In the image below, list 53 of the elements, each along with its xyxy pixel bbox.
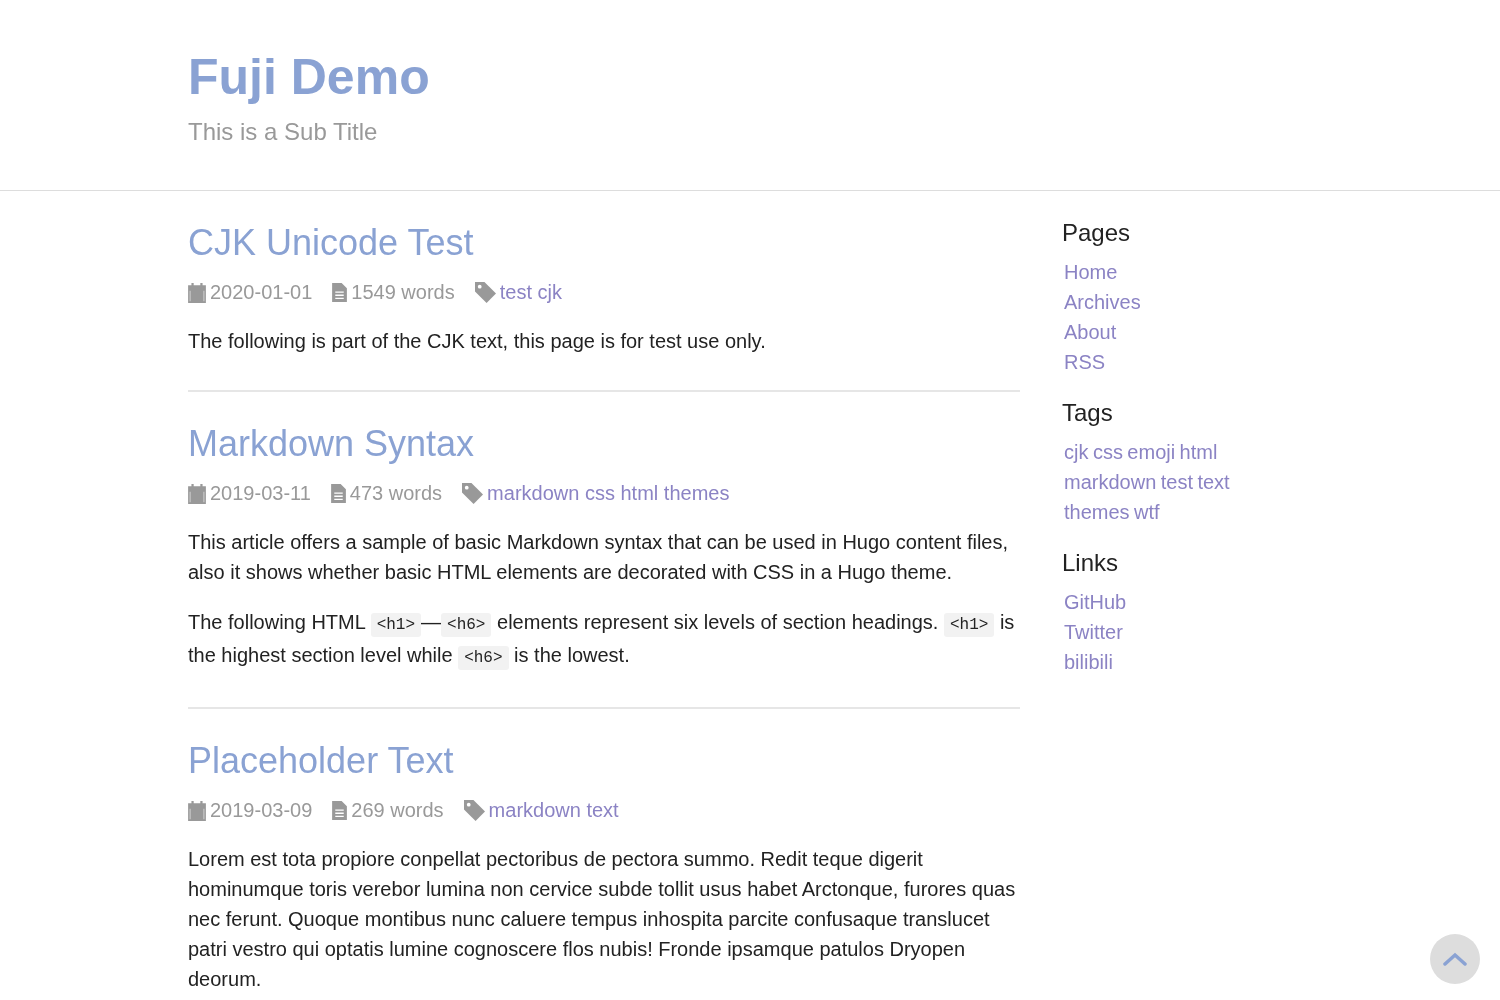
- document-icon: [332, 283, 348, 302]
- sidebar-link[interactable]: About: [1064, 317, 1117, 347]
- post-paragraph: The following HTML <h1> — <h6> elements represent six levels of section headings. <h1> is the highest section level while <h6> is the lowest.: [188, 607, 1020, 673]
- tag-link[interactable]: emoji: [1127, 441, 1176, 463]
- tag-link[interactable]: test: [499, 281, 532, 303]
- calendar-icon: [188, 282, 206, 303]
- tag-icon: [474, 282, 496, 303]
- tag-link[interactable]: themes: [1064, 501, 1130, 523]
- tag-link[interactable]: markdown: [1064, 471, 1157, 493]
- tag-link[interactable]: css: [1092, 441, 1123, 463]
- sidebar-link[interactable]: RSS: [1064, 347, 1106, 377]
- sidebar-heading: Links: [1062, 549, 1119, 577]
- tag-link[interactable]: text: [586, 799, 619, 821]
- tag-link[interactable]: html: [1179, 441, 1218, 463]
- post-title[interactable]: CJK Unicode Test: [188, 221, 474, 265]
- sidebar-link[interactable]: Twitter: [1064, 617, 1123, 647]
- post-paragraph: This article offers a sample of basic Markdown syntax that can be used in Hugo content files, also it shows whether basic HTML elements are decorated with CSS in a Hugo theme.: [188, 530, 1010, 585]
- calendar-icon: [188, 800, 206, 821]
- post-paragraph: Lorem est tota propiore conpellat pectoribus de pectora summo. Redit teque digerit hominumque toris verebor lumina non cervice subde tollit usus habet Arctonque, furores quas nec ferunt. Quoque montibus nunc caluere tempus inhospita parcite confusaque translucet patri vestro qui optatis lumine cognoscere flos nubis! Fronde ipsamque patulos Dryopen deorum.: [188, 847, 1017, 992]
- back-to-top-button[interactable]: [1430, 934, 1480, 984]
- tag-link[interactable]: css: [584, 482, 615, 504]
- tag-link[interactable]: markdown: [487, 482, 580, 504]
- word-count: 1549 words: [351, 281, 455, 304]
- post-date: 2019-03-11: [210, 482, 311, 505]
- tag-icon: [462, 483, 484, 504]
- document-icon: [330, 484, 346, 503]
- post-date: 2020-01-01: [210, 281, 313, 304]
- tag-link[interactable]: markdown: [488, 799, 581, 821]
- tag-link[interactable]: cjk: [1064, 441, 1089, 463]
- word-count: 473 words: [349, 482, 443, 505]
- sidebar-heading: Pages: [1062, 219, 1131, 247]
- document-icon: [332, 801, 348, 820]
- post-title[interactable]: Placeholder Text: [188, 739, 454, 783]
- sidebar-heading: Tags: [1062, 399, 1113, 427]
- tag-link[interactable]: text: [1197, 471, 1230, 493]
- calendar-icon: [188, 483, 206, 504]
- sidebar-link[interactable]: Home: [1064, 257, 1118, 287]
- post-title[interactable]: Markdown Syntax: [188, 422, 475, 466]
- tag-icon: [463, 800, 485, 821]
- site-title[interactable]: Fuji Demo: [188, 48, 430, 106]
- sidebar-link[interactable]: GitHub: [1064, 587, 1127, 617]
- tag-link[interactable]: themes: [663, 482, 730, 504]
- tag-link[interactable]: wtf: [1134, 501, 1160, 523]
- tag-link[interactable]: test: [1160, 471, 1193, 493]
- chevron-up-icon: [1443, 952, 1467, 966]
- word-count: 269 words: [351, 799, 444, 822]
- site-subtitle: This is a Sub Title: [188, 118, 378, 146]
- tag-link[interactable]: html: [620, 482, 659, 504]
- tag-link[interactable]: cjk: [537, 281, 562, 303]
- post-date: 2019-03-09: [210, 799, 313, 822]
- sidebar-link[interactable]: Archives: [1064, 287, 1141, 317]
- sidebar-link[interactable]: bilibili: [1064, 647, 1113, 677]
- post-paragraph: The following is part of the CJK text, this page is for test use only.: [188, 329, 767, 354]
